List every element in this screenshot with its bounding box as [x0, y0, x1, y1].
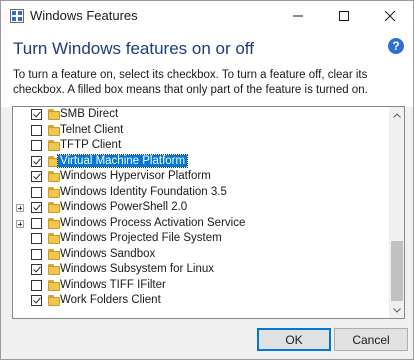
feature-label[interactable]: Windows Hypervisor Platform — [58, 170, 213, 182]
page-title: Turn Windows features on or off — [13, 39, 254, 58]
feature-label[interactable]: Windows Projected File System — [58, 232, 224, 244]
features-tree[interactable]: SMB Direct Telnet Client TFTP Client Virtua… — [12, 106, 405, 319]
title-bar[interactable]: Windows Features — [1, 1, 413, 31]
feature-row[interactable]: Windows Projected File System — [13, 231, 388, 247]
feature-row[interactable]: Windows PowerShell 2.0 — [13, 200, 388, 216]
scroll-thumb[interactable] — [391, 241, 403, 301]
window-title: Windows Features — [30, 8, 138, 23]
feature-checkbox[interactable] — [31, 233, 42, 244]
maximize-icon — [339, 11, 349, 21]
feature-row[interactable]: Virtual Machine Platform — [13, 153, 388, 170]
feature-label[interactable]: Work Folders Client — [58, 294, 163, 306]
scroll-up-button[interactable] — [389, 107, 404, 123]
feature-row[interactable]: Windows Process Activation Service — [13, 216, 388, 232]
scroll-down-button[interactable] — [389, 302, 404, 318]
chevron-down-icon — [393, 307, 401, 313]
minimize-button[interactable] — [275, 1, 321, 31]
maximize-button[interactable] — [321, 1, 367, 31]
feature-checkbox[interactable] — [31, 109, 42, 120]
instructions-text: To turn a feature on, select its checkbo… — [13, 69, 368, 96]
feature-label[interactable]: Virtual Machine Platform — [56, 153, 189, 168]
feature-checkbox[interactable] — [31, 155, 42, 167]
ok-button[interactable]: OK — [257, 328, 331, 351]
feature-row[interactable]: Work Folders Client — [13, 293, 388, 309]
feature-checkbox[interactable] — [31, 295, 42, 306]
feature-label[interactable]: Windows Subsystem for Linux — [58, 263, 216, 275]
feature-row[interactable]: Windows Hypervisor Platform — [13, 169, 388, 185]
feature-label[interactable]: Telnet Client — [58, 124, 125, 136]
vertical-scrollbar[interactable] — [389, 107, 404, 318]
close-button[interactable] — [367, 1, 413, 31]
expand-icon[interactable] — [16, 219, 24, 228]
feature-row[interactable]: Windows Subsystem for Linux — [13, 262, 388, 278]
windows-features-icon — [10, 9, 24, 23]
feature-label[interactable]: Windows TIFF IFilter — [58, 279, 168, 291]
feature-checkbox[interactable] — [31, 124, 42, 136]
feature-row[interactable]: Windows Identity Foundation 3.5 — [13, 185, 388, 201]
expand-icon[interactable] — [16, 204, 24, 212]
feature-row[interactable]: Windows Sandbox — [13, 247, 388, 263]
feature-row[interactable]: Telnet Client — [13, 123, 388, 139]
feature-checkbox[interactable] — [31, 279, 42, 291]
feature-checkbox[interactable] — [31, 171, 42, 182]
minimize-icon — [293, 15, 303, 17]
cancel-button[interactable]: Cancel — [334, 328, 408, 351]
feature-label[interactable]: SMB Direct — [58, 108, 120, 120]
feature-label[interactable]: Windows Process Activation Service — [58, 217, 247, 229]
feature-checkbox[interactable] — [31, 186, 42, 198]
features-list: SMB Direct Telnet Client TFTP Client Virtua… — [13, 107, 388, 309]
feature-row[interactable]: SMB Direct — [13, 107, 388, 123]
chevron-up-icon — [393, 112, 401, 118]
feature-checkbox[interactable] — [31, 264, 42, 275]
feature-label[interactable]: Windows PowerShell 2.0 — [58, 201, 189, 213]
feature-checkbox[interactable] — [31, 202, 42, 213]
feature-checkbox[interactable] — [31, 217, 42, 229]
feature-label[interactable]: Windows Sandbox — [58, 248, 157, 260]
feature-checkbox[interactable] — [31, 248, 42, 260]
help-icon[interactable]: ? — [388, 38, 404, 54]
close-icon — [385, 11, 395, 21]
feature-label[interactable]: Windows Identity Foundation 3.5 — [58, 186, 229, 198]
feature-checkbox[interactable] — [31, 140, 42, 151]
feature-row[interactable]: TFTP Client — [13, 138, 388, 154]
windows-features-dialog: Windows Features Turn Windows features o… — [0, 0, 414, 360]
feature-row[interactable]: Windows TIFF IFilter — [13, 278, 388, 294]
feature-label[interactable]: TFTP Client — [58, 139, 123, 151]
